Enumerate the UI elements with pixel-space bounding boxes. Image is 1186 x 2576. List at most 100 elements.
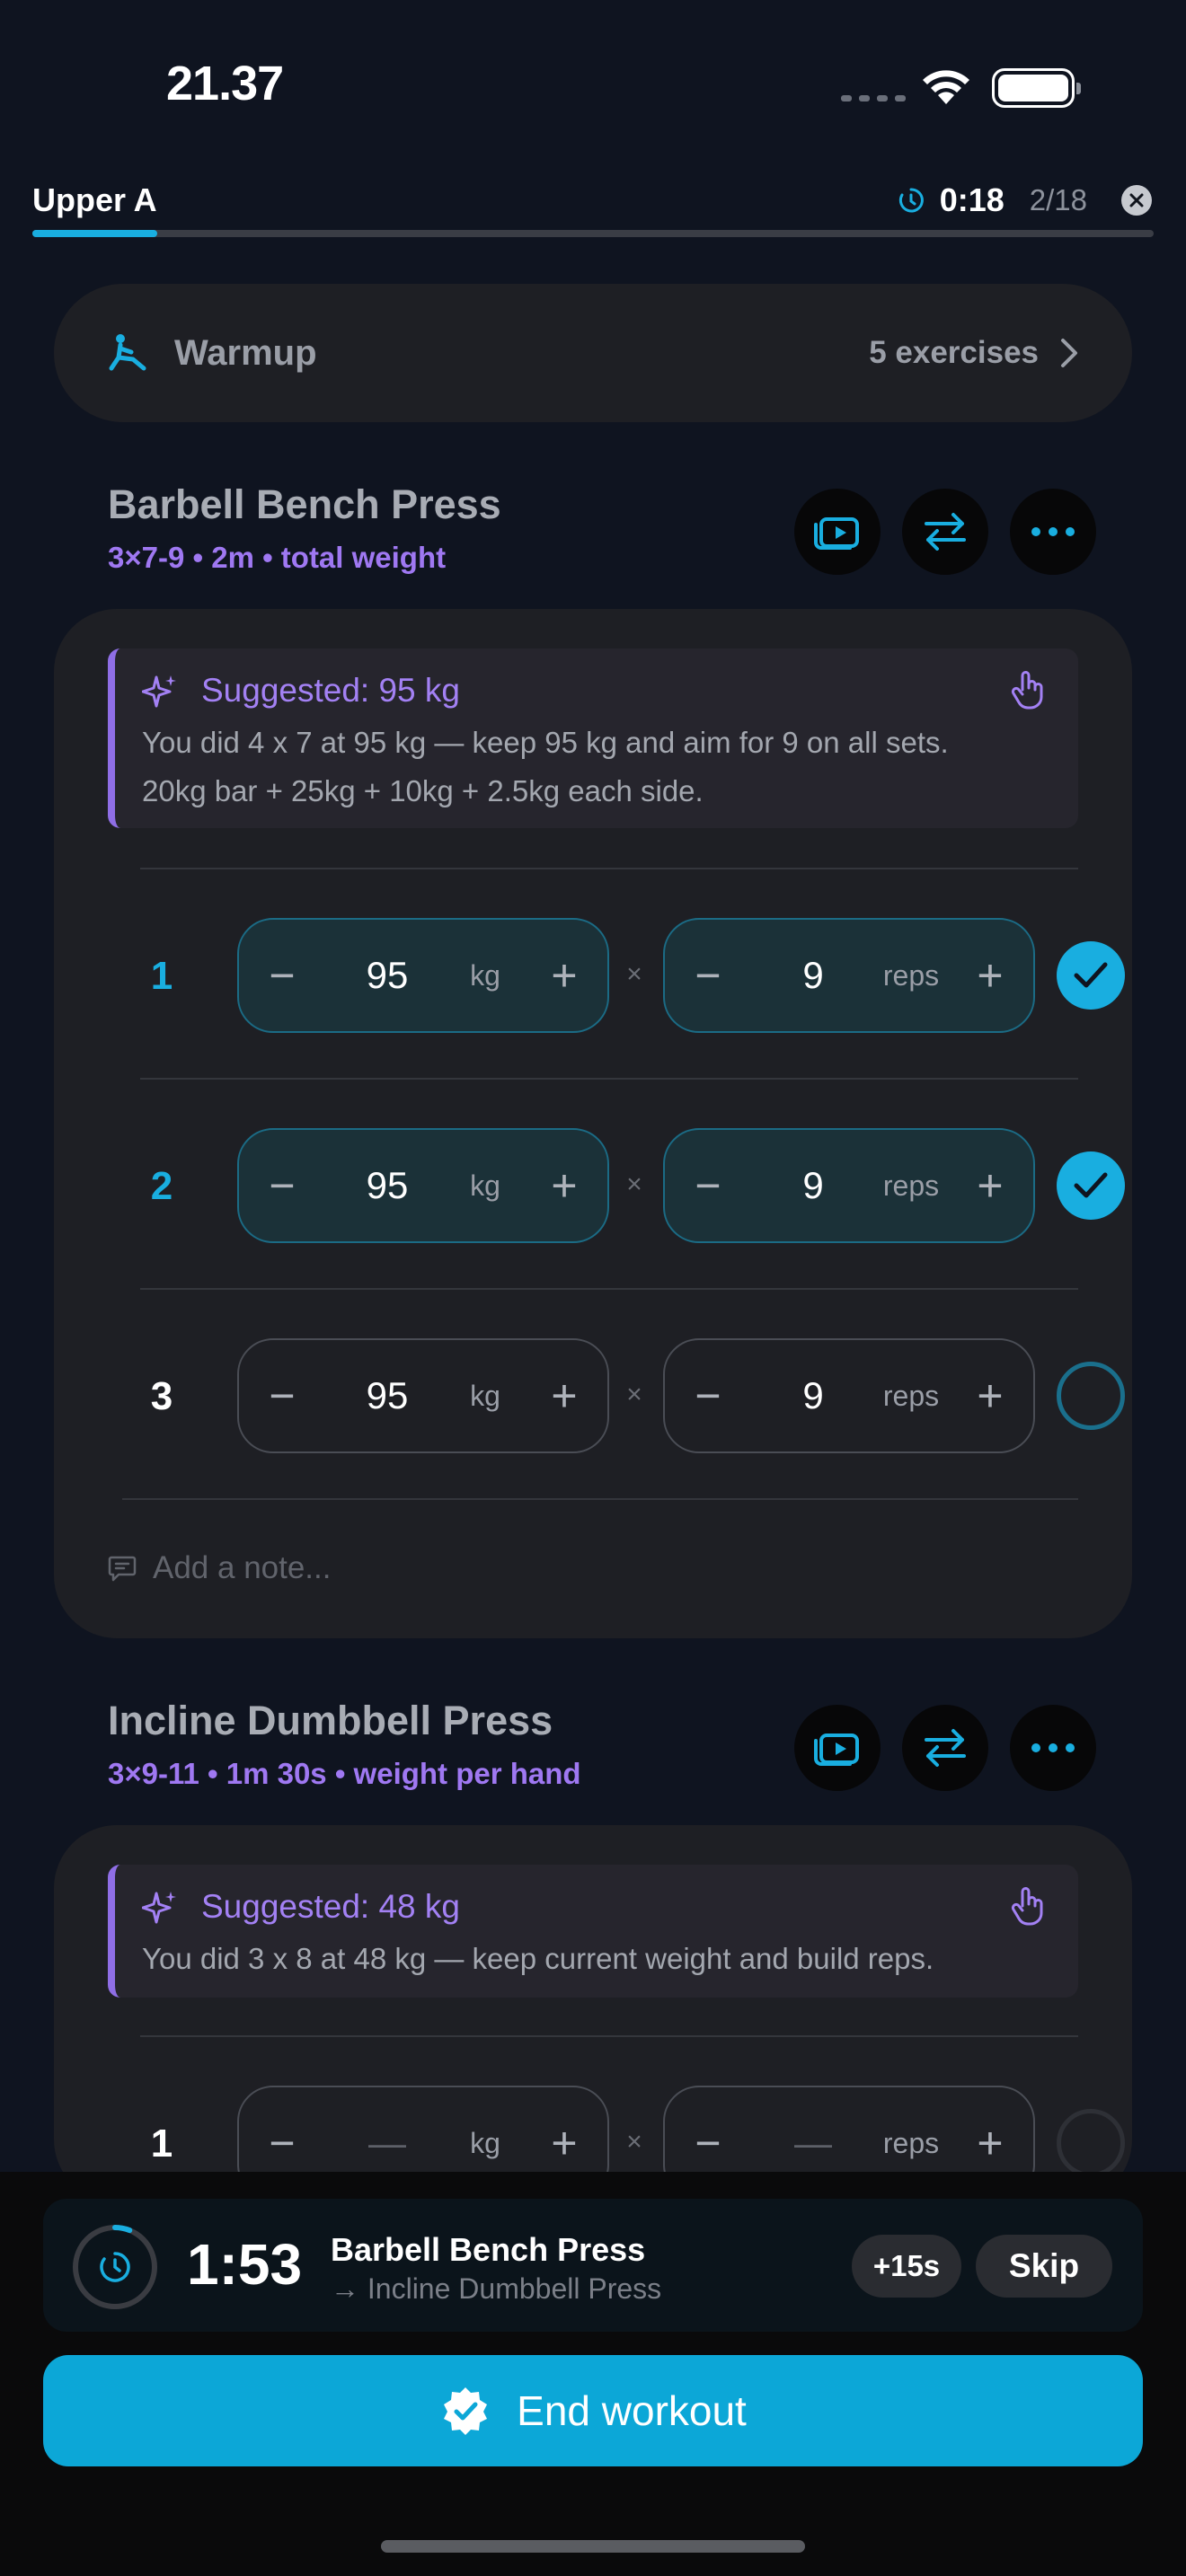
more-options-button[interactable] <box>1010 489 1096 575</box>
suggestion-detail: You did 4 x 7 at 95 kg — keep 95 kg and … <box>142 719 949 816</box>
suggestion-line-1: You did 3 x 8 at 48 kg — keep current we… <box>142 1942 934 1975</box>
weight-value[interactable]: 95 <box>325 1374 449 1417</box>
status-time: 21.37 <box>166 57 284 110</box>
workout-title: Upper A <box>32 181 157 218</box>
rest-timer-card[interactable]: 1:53 Barbell Bench Press → Incline Dumbb… <box>43 2199 1143 2332</box>
weight-decrement-button[interactable]: − <box>239 1160 325 1212</box>
divider <box>140 2035 1078 2037</box>
set-row: 1 − 95 kg + × − 9 reps + <box>108 918 1125 1033</box>
weight-stepper: − 95 kg + <box>237 918 609 1033</box>
close-icon <box>1129 193 1144 207</box>
suggestion-title: Suggested: 95 kg <box>201 672 460 709</box>
reps-value[interactable]: 9 <box>751 954 875 997</box>
reps-value[interactable]: 9 <box>751 1164 875 1207</box>
times-sign: × <box>626 959 642 989</box>
reps-stepper: − 9 reps + <box>663 1128 1035 1243</box>
suggestion-line-1: You did 4 x 7 at 95 kg — keep 95 kg and … <box>142 726 949 759</box>
more-icon <box>1031 1743 1075 1752</box>
set-complete-toggle[interactable] <box>1057 2109 1125 2177</box>
swap-exercise-button[interactable] <box>902 489 988 575</box>
checkmark-icon <box>1074 962 1108 988</box>
suggestion-title: Suggested: 48 kg <box>201 1888 460 1925</box>
weight-unit: kg <box>470 2126 500 2159</box>
weight-unit: kg <box>470 1379 500 1412</box>
weight-decrement-button[interactable]: − <box>239 1370 325 1422</box>
add-note-field[interactable]: Add a note... <box>108 1550 331 1586</box>
exercise-card: Suggested: 95 kg You did 4 x 7 at 95 kg … <box>54 609 1132 1638</box>
swap-icon <box>925 1729 966 1767</box>
weight-decrement-button[interactable]: − <box>239 2117 325 2169</box>
reps-stepper: − 9 reps + <box>663 918 1035 1033</box>
chevron-right-icon <box>1061 339 1077 367</box>
divider <box>140 1288 1078 1290</box>
end-workout-label: End workout <box>517 2387 747 2434</box>
video-button[interactable] <box>794 1705 881 1791</box>
close-workout-button[interactable] <box>1121 185 1152 216</box>
times-sign: × <box>626 1169 642 1199</box>
divider <box>122 1498 1078 1500</box>
reps-increment-button[interactable]: + <box>947 949 1033 1001</box>
weight-value[interactable]: 95 <box>325 1164 449 1207</box>
weight-increment-button[interactable]: + <box>521 1160 607 1212</box>
tap-icon[interactable] <box>1010 1886 1046 1926</box>
add-15s-button[interactable]: +15s <box>852 2235 961 2298</box>
weight-value[interactable]: 95 <box>325 954 449 997</box>
reps-unit: reps <box>882 958 940 992</box>
suggestion-box: Suggested: 95 kg You did 4 x 7 at 95 kg … <box>108 648 1078 828</box>
reps-increment-button[interactable]: + <box>947 2117 1033 2169</box>
exercise-actions <box>794 1705 1096 1791</box>
set-row: 2 − 95 kg + × − 9 reps + <box>108 1128 1125 1243</box>
set-number: 3 <box>150 1374 173 1418</box>
rest-timer-ring <box>73 2225 157 2309</box>
reps-increment-button[interactable]: + <box>947 1160 1033 1212</box>
skip-rest-button[interactable]: Skip <box>976 2235 1112 2298</box>
status-bar: 21.37 <box>0 0 1186 171</box>
weight-stepper: − 95 kg + <box>237 1128 609 1243</box>
reps-unit: reps <box>882 1379 940 1412</box>
set-complete-toggle[interactable] <box>1057 1151 1125 1220</box>
reps-stepper: − 9 reps + <box>663 1338 1035 1453</box>
checkmark-icon <box>1074 1172 1108 1198</box>
end-workout-button[interactable]: End workout <box>43 2355 1143 2466</box>
reps-unit: reps <box>882 1169 940 1202</box>
weight-increment-button[interactable]: + <box>521 2117 607 2169</box>
set-complete-toggle[interactable] <box>1057 1362 1125 1430</box>
workout-header-stats: 0:18 2/18 <box>897 180 1152 221</box>
reps-value[interactable]: — <box>751 2122 875 2165</box>
timer-icon <box>100 2252 130 2282</box>
weight-increment-button[interactable]: + <box>521 1370 607 1422</box>
reps-decrement-button[interactable]: − <box>665 1160 751 1212</box>
workout-progress-fill <box>32 230 157 237</box>
weight-increment-button[interactable]: + <box>521 949 607 1001</box>
weight-value[interactable]: — <box>325 2122 449 2165</box>
video-button[interactable] <box>794 489 881 575</box>
reps-increment-button[interactable]: + <box>947 1370 1033 1422</box>
video-icon <box>814 517 859 550</box>
warmup-row[interactable]: Warmup 5 exercises <box>54 284 1132 422</box>
reps-decrement-button[interactable]: − <box>665 2117 751 2169</box>
tap-icon[interactable] <box>1010 670 1046 710</box>
elapsed-time: 0:18 <box>939 181 1005 218</box>
reps-decrement-button[interactable]: − <box>665 949 751 1001</box>
suggestion-line-2: 20kg bar + 25kg + 10kg + 2.5kg each side… <box>142 774 704 807</box>
rest-time: 1:53 <box>187 2232 303 2297</box>
set-number: 1 <box>150 954 173 998</box>
swap-exercise-button[interactable] <box>902 1705 988 1791</box>
reps-value[interactable]: 9 <box>751 1374 875 1417</box>
verified-badge-icon <box>444 2387 488 2435</box>
set-progress: 2/18 <box>1029 183 1087 216</box>
set-row: 3 − 95 kg + × − 9 reps + <box>108 1338 1125 1453</box>
weight-decrement-button[interactable]: − <box>239 949 325 1001</box>
more-icon <box>1031 527 1075 536</box>
more-options-button[interactable] <box>1010 1705 1096 1791</box>
set-complete-toggle[interactable] <box>1057 941 1125 1010</box>
times-sign: × <box>626 1380 642 1409</box>
signal-icon <box>841 95 906 101</box>
sparkle-icon <box>142 1892 176 1924</box>
set-number: 1 <box>150 2122 173 2166</box>
comment-icon <box>108 1556 137 1582</box>
home-indicator[interactable] <box>381 2540 805 2553</box>
divider <box>140 868 1078 869</box>
exercise-header: Barbell Bench Press 3×7-9 • 2m • total w… <box>108 481 1096 575</box>
reps-decrement-button[interactable]: − <box>665 1370 751 1422</box>
